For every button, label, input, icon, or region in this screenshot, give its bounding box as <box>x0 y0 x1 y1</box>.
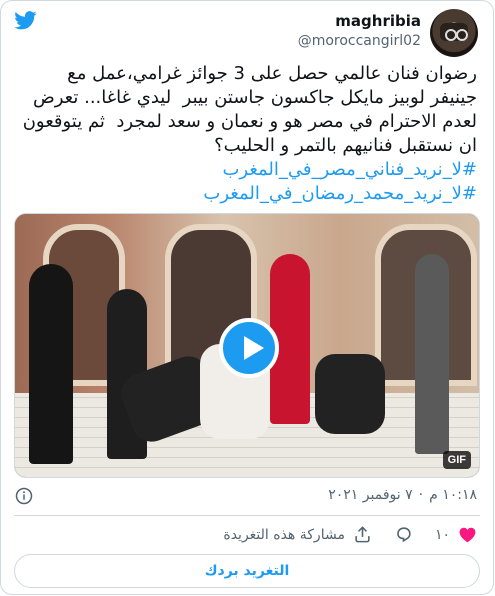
like-button[interactable]: ١٠ <box>435 525 477 544</box>
info-icon[interactable] <box>15 487 33 505</box>
reply-button[interactable]: التغريد بردك <box>14 554 480 588</box>
tweet-card: maghribia @moroccangirl02 رضوان فنان عال… <box>0 0 494 595</box>
gif-badge: GIF <box>442 451 471 469</box>
share-label: مشاركة هذه التغريدة <box>223 526 345 543</box>
like-count: ١٠ <box>434 526 450 543</box>
play-icon <box>244 336 264 360</box>
play-button[interactable] <box>219 318 279 378</box>
tweet-time: ١٠:١٨ م <box>429 487 477 503</box>
hashtag-link[interactable]: #لا_نريد_فناني_مصر_في_المغرب <box>17 158 477 182</box>
timestamp-separator: · <box>418 487 424 503</box>
tweet-actions: ١٠ مشاركة هذه التغريدة <box>201 525 477 544</box>
share-button[interactable]: مشاركة هذه التغريدة <box>223 525 372 544</box>
tweet-text: رضوان فنان عالمي حصل على 3 جوائز غرامي،ع… <box>17 62 477 206</box>
reply-action[interactable] <box>394 525 413 544</box>
share-icon <box>355 526 370 543</box>
reply-icon <box>397 527 411 543</box>
user-handle[interactable]: @moroccangirl02 <box>298 33 421 49</box>
tweet-timestamp[interactable]: ١٠:١٨ م · ٧ نوفمبر ٢٠٢١ <box>328 487 477 503</box>
tweet-media[interactable]: GIF <box>14 213 480 478</box>
heart-icon <box>459 527 476 543</box>
user-display-name[interactable]: maghribia <box>335 12 421 30</box>
twitter-logo-icon[interactable] <box>14 11 37 30</box>
avatar[interactable] <box>430 9 478 57</box>
tweet-date: ٧ نوفمبر ٢٠٢١ <box>328 487 413 503</box>
hashtag-link[interactable]: #لا_نريد_محمد_رمضان_في_المغرب <box>17 182 477 206</box>
tweet-body: رضوان فنان عالمي حصل على 3 جوائز غرامي،ع… <box>16 63 477 156</box>
divider <box>14 515 480 516</box>
